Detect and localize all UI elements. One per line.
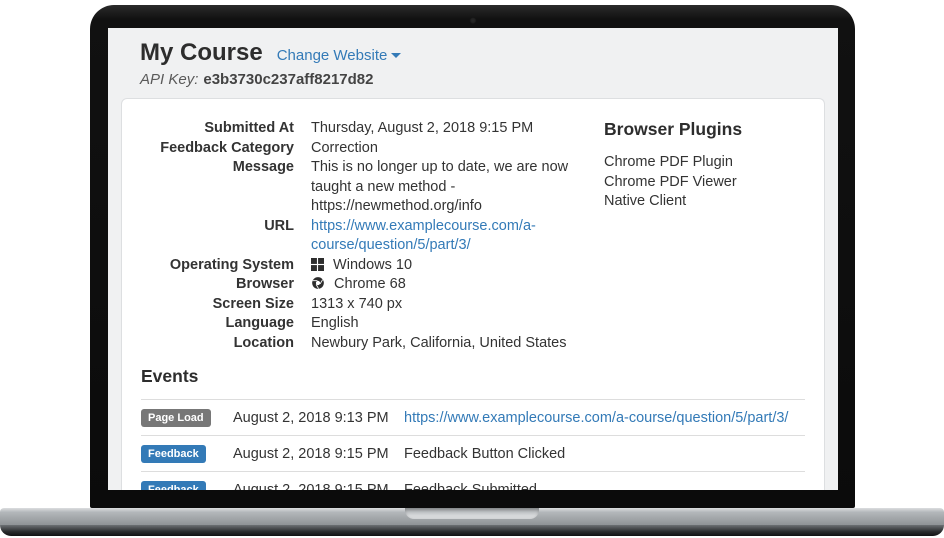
detail-value: Thursday, August 2, 2018 9:15 PM [294,119,580,139]
change-website-link[interactable]: Change Website [277,47,402,64]
detail-value: Chrome 68 [294,275,580,295]
event-type-badge: Feedback [141,481,206,490]
event-description: https://www.examplecourse.com/a-course/q… [404,410,805,426]
detail-label: Message [141,158,294,217]
detail-value-text: This is no longer up to date, we are now… [311,159,568,214]
app-header: My Course Change Website API Key: e3b3730… [108,28,838,88]
detail-value-text: Chrome 68 [334,276,406,292]
chevron-down-icon [391,53,401,58]
detail-label: Feedback Category [141,139,294,159]
detail-value: 1313 x 740 px [294,295,580,315]
detail-value: This is no longer up to date, we are now… [294,158,580,217]
detail-label: Language [141,314,294,334]
detail-row: URL https://www.examplecourse.com/a-cour… [141,217,580,256]
detail-url-link[interactable]: https://www.examplecourse.com/a-course/q… [311,218,536,254]
detail-value-text: Correction [311,140,378,156]
api-key-label: API Key: [140,71,198,88]
api-key-row: API Key: e3b3730c237aff8217d82 [140,71,806,88]
plugin-item: Chrome PDF Plugin [604,153,742,173]
detail-label: Operating System [141,256,294,276]
detail-value: Newbury Park, California, United States [294,334,580,354]
detail-row: Feedback Category Correction [141,139,580,159]
event-type-badge: Feedback [141,445,206,463]
browser-plugins-title: Browser Plugins [604,119,742,140]
events-title: Events [141,366,805,387]
detail-value-text: Thursday, August 2, 2018 9:15 PM [311,120,533,136]
event-type-badge: Page Load [141,409,211,427]
detail-label: Browser [141,275,294,295]
detail-grid: Submitted At Thursday, August 2, 2018 9:… [141,119,580,353]
laptop-base [0,508,944,525]
detail-row: Message This is no longer up to date, we… [141,158,580,217]
event-row: Feedback August 2, 2018 9:15 PM Feedback… [141,435,805,471]
detail-label: URL [141,217,294,256]
detail-value-text: 1313 x 740 px [311,296,402,312]
event-url-link[interactable]: https://www.examplecourse.com/a-course/q… [404,410,788,426]
detail-row: Operating System Windows 10 [141,256,580,276]
detail-row: Submitted At Thursday, August 2, 2018 9:… [141,119,580,139]
plugin-item: Native Client [604,192,742,212]
event-badge-col: Feedback [141,480,233,490]
event-description: Feedback Submitted [404,482,805,491]
chrome-icon [311,276,325,290]
detail-value: Windows 10 [294,256,580,276]
detail-label: Screen Size [141,295,294,315]
event-time: August 2, 2018 9:13 PM [233,410,404,426]
detail-row: Screen Size 1313 x 740 px [141,295,580,315]
detail-value-text: Newbury Park, California, United States [311,335,566,351]
detail-value: Correction [294,139,580,159]
events-section: Events Page Load August 2, 2018 9:13 PM … [122,366,824,490]
detail-row: Language English [141,314,580,334]
detail-value: English [294,314,580,334]
detail-value: https://www.examplecourse.com/a-course/q… [294,217,580,256]
event-time: August 2, 2018 9:15 PM [233,482,404,491]
browser-plugins-list: Chrome PDF PluginChrome PDF ViewerNative… [604,153,742,212]
event-row: Feedback August 2, 2018 9:15 PM Feedback… [141,471,805,490]
detail-label: Submitted At [141,119,294,139]
detail-label: Location [141,334,294,354]
laptop-base-bottom [0,525,944,536]
page-title: My Course [140,38,263,68]
change-website-label: Change Website [277,47,388,64]
detail-row: Browser Chrome 68 [141,275,580,295]
api-key-value: e3b3730c237aff8217d82 [203,71,373,88]
laptop-lid-notch [405,508,539,519]
laptop-mockup: My Course Change Website API Key: e3b3730… [0,0,944,538]
event-badge-col: Feedback [141,444,233,463]
feedback-detail-panel: Submitted At Thursday, August 2, 2018 9:… [121,98,825,490]
event-badge-col: Page Load [141,408,233,427]
event-time: August 2, 2018 9:15 PM [233,446,404,462]
webcam-icon [469,17,476,24]
browser-plugins-section: Browser Plugins Chrome PDF PluginChrome … [604,119,742,353]
detail-row: Location Newbury Park, California, Unite… [141,334,580,354]
detail-value-text: Windows 10 [333,257,412,273]
detail-value-text: English [311,315,359,331]
app-screen: My Course Change Website API Key: e3b3730… [108,28,838,490]
plugin-item: Chrome PDF Viewer [604,173,742,193]
event-description: Feedback Button Clicked [404,446,805,462]
windows-icon [311,258,324,271]
laptop-screen-bezel: My Course Change Website API Key: e3b3730… [90,5,855,508]
event-row: Page Load August 2, 2018 9:13 PM https:/… [141,399,805,435]
events-table: Page Load August 2, 2018 9:13 PM https:/… [141,399,805,490]
